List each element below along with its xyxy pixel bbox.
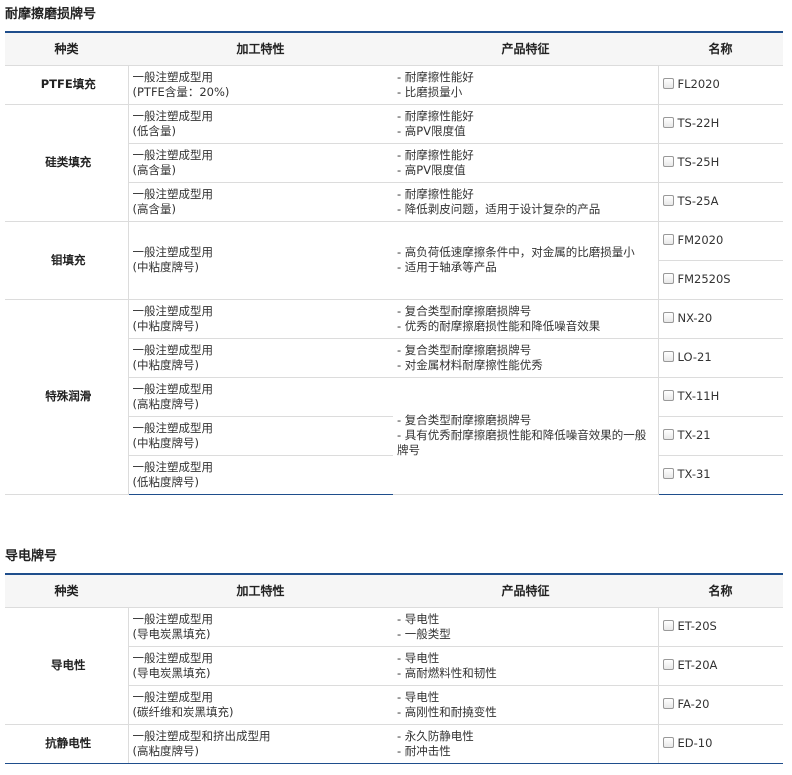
grade-checkbox[interactable] <box>662 659 674 670</box>
grade-name-cell[interactable]: ED-10 <box>657 724 783 764</box>
grade-checkbox[interactable] <box>662 737 674 748</box>
category-cell: 抗静电性 <box>5 724 129 764</box>
features-cell: - 永久防静电性 - 耐冲击性 <box>393 724 658 764</box>
grade-name-cell[interactable]: FA-20 <box>657 685 783 725</box>
grade-checkbox[interactable] <box>662 620 674 631</box>
grade-name-cell[interactable]: TS-25A <box>657 182 783 222</box>
grade-name-cell[interactable]: FM2020 <box>657 221 783 261</box>
features-cell: - 复合类型耐摩擦磨损牌号 - 对金属材料耐摩擦性能优秀 <box>393 338 658 378</box>
grade-name-cell[interactable]: TS-25H <box>657 143 783 183</box>
processing-cell: 一般注塑成型用 (PTFE含量：20%) <box>128 65 393 105</box>
conductive-grades-table: 种类 加工特性 产品特征 名称 导电性 一般注塑成型用 (导电炭黑填充) - 导… <box>5 573 783 764</box>
features-cell: - 高负荷低速摩擦条件中，对金属的比磨损量小 - 适用于轴承等产品 <box>393 221 658 300</box>
grade-checkbox[interactable] <box>662 195 674 206</box>
grade-name-cell[interactable]: ET-20A <box>657 646 783 686</box>
processing-cell: 一般注塑成型用 (导电炭黑填充) <box>128 607 393 647</box>
table-row: 钼填充 一般注塑成型用 (中粘度牌号) - 高负荷低速摩擦条件中，对金属的比磨损… <box>5 221 783 300</box>
wear-grades-table: 种类 加工特性 产品特征 名称 PTFE填充 一般注塑成型用 (PTFE含量：2… <box>5 31 783 495</box>
features-cell: - 导电性 - 高耐燃料性和韧性 <box>393 646 658 686</box>
features-cell: - 耐摩擦性能好 - 高PV限度值 <box>393 104 658 144</box>
category-cell: PTFE填充 <box>5 65 129 105</box>
processing-cell: 一般注塑成型和挤出成型用 (高粘度牌号) <box>128 724 393 764</box>
grade-name-cell[interactable]: TX-31 <box>657 455 783 495</box>
header-features: 产品特征 <box>393 573 658 608</box>
grade-name-cell[interactable]: FL2020 <box>657 65 783 105</box>
grade-checkbox[interactable] <box>662 390 674 401</box>
processing-cell: 一般注塑成型用 (低含量) <box>128 104 393 144</box>
section-title-conductive: 导电牌号 <box>5 549 58 564</box>
table-row: 硅类填充 一般注塑成型用 (低含量) - 耐摩擦性能好 - 高PV限度值 TS-… <box>5 104 783 222</box>
table-header-row: 种类 加工特性 产品特征 名称 <box>5 573 783 608</box>
category-cell: 导电性 <box>5 607 129 725</box>
table-row: 导电性 一般注塑成型用 (导电炭黑填充) - 导电性 - 一般类型 ET-20S <box>5 607 783 725</box>
processing-cell: 一般注塑成型用 (中粘度牌号) <box>128 416 393 456</box>
header-category: 种类 <box>5 31 128 66</box>
processing-cell: 一般注塑成型用 (高含量) <box>128 182 393 222</box>
features-cell: - 导电性 - 一般类型 <box>393 607 658 647</box>
category-cell: 特殊润滑 <box>5 299 129 495</box>
grade-checkbox[interactable] <box>662 468 674 479</box>
processing-cell: 一般注塑成型用 (中粘度牌号) <box>128 299 393 339</box>
grade-checkbox[interactable] <box>662 273 674 284</box>
features-cell: - 耐摩擦性能好 - 高PV限度值 <box>393 143 658 183</box>
header-name: 名称 <box>658 31 783 66</box>
header-category: 种类 <box>5 573 128 608</box>
processing-cell: 一般注塑成型用 (中粘度牌号) <box>128 338 393 378</box>
grade-name-cell[interactable]: TS-22H <box>657 104 783 144</box>
grade-name-cell[interactable]: TX-21 <box>657 416 783 456</box>
header-name: 名称 <box>658 573 783 608</box>
features-cell: - 导电性 - 高刚性和耐撓变性 <box>393 685 658 725</box>
grade-name-cell[interactable]: LO-21 <box>657 338 783 378</box>
category-cell: 钼填充 <box>5 221 129 300</box>
grade-name-cell[interactable]: FM2520S <box>657 260 783 300</box>
table-row: 抗静电性 一般注塑成型和挤出成型用 (高粘度牌号) - 永久防静电性 - 耐冲击… <box>5 724 783 764</box>
processing-cell: 一般注塑成型用 (高含量) <box>128 143 393 183</box>
grade-checkbox[interactable] <box>662 234 674 245</box>
section-title-wear: 耐摩擦磨损牌号 <box>5 7 97 22</box>
processing-cell: 一般注塑成型用 (中粘度牌号) <box>128 221 393 300</box>
features-cell: - 耐摩擦性能好 - 比磨损量小 <box>393 65 658 105</box>
features-cell: - 复合类型耐摩擦磨损牌号 - 具有优秀耐摩擦磨损性能和降低噪音效果的一般牌号 <box>393 377 658 495</box>
category-cell: 硅类填充 <box>5 104 129 222</box>
grade-checkbox[interactable] <box>662 312 674 323</box>
processing-cell: 一般注塑成型用 (高粘度牌号) <box>128 377 393 417</box>
features-cell: - 耐摩擦性能好 - 降低剥皮问题，适用于设计复杂的产品 <box>393 182 658 222</box>
grade-checkbox[interactable] <box>662 156 674 167</box>
processing-cell: 一般注塑成型用 (碳纤维和炭黑填充) <box>128 685 393 725</box>
grade-checkbox[interactable] <box>662 351 674 362</box>
header-features: 产品特征 <box>393 31 658 66</box>
grade-checkbox[interactable] <box>662 117 674 128</box>
grade-name-cell[interactable]: TX-11H <box>657 377 783 417</box>
grade-checkbox[interactable] <box>662 429 674 440</box>
table-row: PTFE填充 一般注塑成型用 (PTFE含量：20%) - 耐摩擦性能好 - 比… <box>5 65 783 105</box>
processing-cell: 一般注塑成型用 (低粘度牌号) <box>128 455 393 495</box>
table-row: 特殊润滑 一般注塑成型用 (中粘度牌号) - 复合类型耐摩擦磨损牌号 - 优秀的… <box>5 299 783 495</box>
processing-cell: 一般注塑成型用 (导电炭黑填充) <box>128 646 393 686</box>
grade-checkbox[interactable] <box>662 698 674 709</box>
table-header-row: 种类 加工特性 产品特征 名称 <box>5 31 783 66</box>
features-cell: - 复合类型耐摩擦磨损牌号 - 优秀的耐摩擦磨损性能和降低噪音效果 <box>393 299 658 339</box>
grade-name-cell[interactable]: ET-20S <box>657 607 783 647</box>
grade-checkbox[interactable] <box>662 78 674 89</box>
header-processing: 加工特性 <box>128 573 393 608</box>
grade-name-cell[interactable]: NX-20 <box>657 299 783 339</box>
header-processing: 加工特性 <box>128 31 393 66</box>
